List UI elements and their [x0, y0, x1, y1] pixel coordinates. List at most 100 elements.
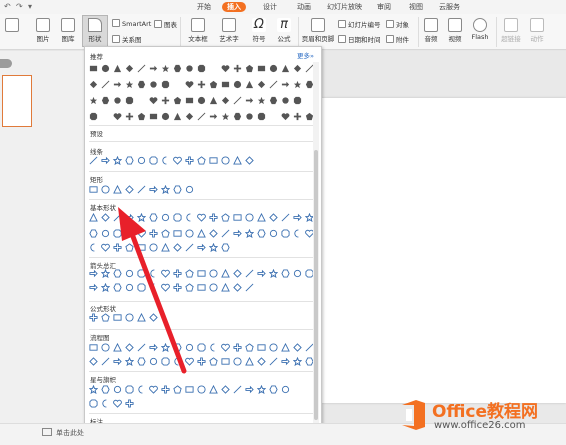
shape-icon[interactable] [149, 385, 158, 394]
shape-icon[interactable] [257, 269, 266, 278]
shape-icon[interactable] [137, 80, 146, 89]
shape-icon[interactable] [125, 64, 134, 73]
shape-icon[interactable] [101, 283, 110, 292]
shape-icon[interactable] [245, 80, 254, 89]
shape-icon[interactable] [101, 213, 110, 222]
shape-icon[interactable] [101, 80, 110, 89]
shapes-button[interactable]: 形状 [82, 15, 108, 47]
shape-icon[interactable] [197, 156, 206, 165]
scrollbar-thumb[interactable] [314, 150, 318, 420]
shape-icon[interactable] [209, 64, 218, 73]
shape-icon[interactable] [269, 229, 278, 238]
shape-icon[interactable] [257, 229, 266, 238]
shape-icon[interactable] [137, 112, 146, 121]
object-button[interactable]: 对象 [386, 19, 409, 29]
undo-icon[interactable]: ↶ [4, 2, 11, 11]
shape-icon[interactable] [125, 96, 134, 105]
shape-icon[interactable] [89, 112, 98, 121]
textbox-button[interactable]: 文本框 [184, 16, 212, 43]
shape-icon[interactable] [137, 156, 146, 165]
shape-icon[interactable] [233, 229, 242, 238]
shape-icon[interactable] [281, 343, 290, 352]
wordart-button[interactable]: 艺术字 [214, 16, 244, 43]
table-button[interactable] [2, 16, 22, 33]
shape-icon[interactable] [89, 343, 98, 352]
shape-icon[interactable] [257, 343, 266, 352]
shape-icon[interactable] [113, 80, 122, 89]
shape-icon[interactable] [125, 112, 134, 121]
shape-icon[interactable] [185, 112, 194, 121]
shape-icon[interactable] [89, 80, 98, 89]
shape-icon[interactable] [245, 213, 254, 222]
shape-icon[interactable] [89, 357, 98, 366]
shape-icon[interactable] [209, 243, 218, 252]
shape-icon[interactable] [161, 185, 170, 194]
shape-icon[interactable] [137, 96, 146, 105]
shape-icon[interactable] [281, 80, 290, 89]
shape-icon[interactable] [221, 64, 230, 73]
tab-insert[interactable]: 插入 [222, 2, 246, 12]
shape-icon[interactable] [173, 64, 182, 73]
more-link[interactable]: 更多» [297, 50, 314, 60]
shape-icon[interactable] [221, 213, 230, 222]
shape-icon[interactable] [209, 96, 218, 105]
shape-icon[interactable] [89, 283, 98, 292]
shape-icon[interactable] [161, 80, 170, 89]
shape-icon[interactable] [137, 64, 146, 73]
shape-icon[interactable] [113, 112, 122, 121]
header-footer-button[interactable]: 页眉和页脚 [300, 16, 336, 43]
shape-icon[interactable] [257, 357, 266, 366]
shape-icon[interactable] [269, 269, 278, 278]
shape-icon[interactable] [245, 269, 254, 278]
shape-icon[interactable] [101, 185, 110, 194]
shape-icon[interactable] [185, 185, 194, 194]
shape-icon[interactable] [209, 229, 218, 238]
shape-icon[interactable] [233, 385, 242, 394]
shape-icon[interactable] [209, 80, 218, 89]
shape-icon[interactable] [113, 96, 122, 105]
shape-icon[interactable] [197, 357, 206, 366]
shape-icon[interactable] [101, 64, 110, 73]
shape-icon[interactable] [221, 243, 230, 252]
shape-icon[interactable] [245, 112, 254, 121]
shape-icon[interactable] [197, 64, 206, 73]
shape-icon[interactable] [233, 96, 242, 105]
shape-icon[interactable] [221, 357, 230, 366]
shape-icon[interactable] [269, 96, 278, 105]
shape-icon[interactable] [101, 156, 110, 165]
shape-icon[interactable] [125, 185, 134, 194]
shape-icon[interactable] [101, 313, 110, 322]
flash-button[interactable]: Flash [468, 16, 492, 41]
shape-icon[interactable] [281, 213, 290, 222]
shape-icon[interactable] [101, 385, 110, 394]
shape-icon[interactable] [125, 385, 134, 394]
shape-icon[interactable] [149, 64, 158, 73]
shape-icon[interactable] [269, 80, 278, 89]
shape-icon[interactable] [137, 385, 146, 394]
shape-icon[interactable] [221, 112, 230, 121]
shape-icon[interactable] [221, 156, 230, 165]
shape-icon[interactable] [221, 343, 230, 352]
shape-icon[interactable] [221, 269, 230, 278]
note-placeholder[interactable]: 单击此处 [56, 428, 84, 438]
shape-icon[interactable] [89, 229, 98, 238]
shape-icon[interactable] [293, 269, 302, 278]
shape-icon[interactable] [173, 185, 182, 194]
shape-icon[interactable] [245, 156, 254, 165]
shape-icon[interactable] [269, 213, 278, 222]
shape-icon[interactable] [293, 357, 302, 366]
attachment-button[interactable]: 附件 [386, 34, 409, 44]
shape-icon[interactable] [293, 112, 302, 121]
shape-icon[interactable] [89, 213, 98, 222]
shape-icon[interactable] [245, 343, 254, 352]
shape-icon[interactable] [233, 64, 242, 73]
shape-icon[interactable] [281, 357, 290, 366]
shape-icon[interactable] [257, 64, 266, 73]
shape-icon[interactable] [101, 399, 110, 408]
shape-icon[interactable] [245, 229, 254, 238]
tab-home[interactable]: 开始 [192, 2, 216, 12]
shape-icon[interactable] [233, 269, 242, 278]
date-time-button[interactable]: 日期和时间 [338, 34, 381, 44]
shape-icon[interactable] [185, 385, 194, 394]
tab-slideshow[interactable]: 幻灯片放映 [322, 2, 367, 12]
